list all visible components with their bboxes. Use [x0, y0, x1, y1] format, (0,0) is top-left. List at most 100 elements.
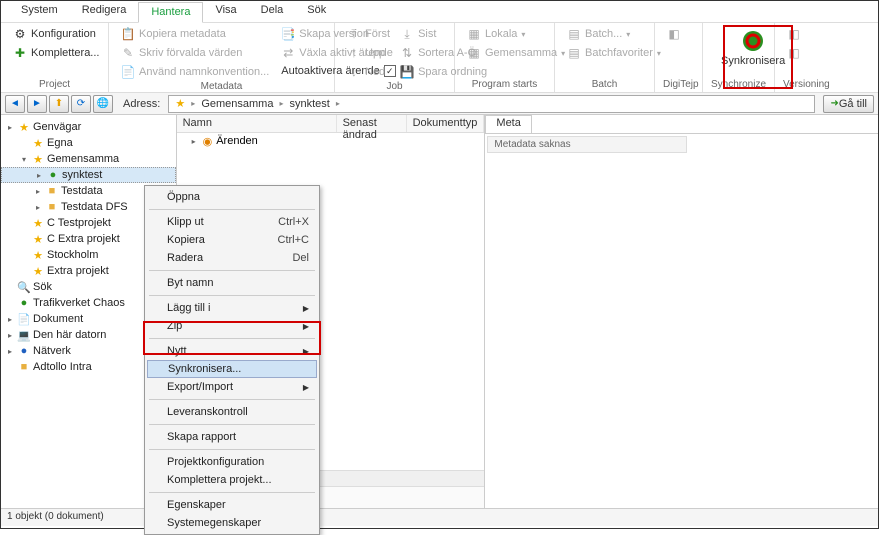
expand-icon[interactable]: ▸	[33, 203, 43, 212]
expand-icon[interactable]: ▸	[5, 123, 15, 132]
menu-item[interactable]: Öppna	[147, 188, 317, 206]
tree-label: Testdata DFS	[61, 201, 128, 213]
forst-button[interactable]: ⤒Först	[343, 25, 394, 43]
menu-redigera[interactable]: Redigera	[70, 1, 139, 22]
tree-item[interactable]: ▾★Gemensamma	[1, 151, 176, 167]
breadcrumb[interactable]: Gemensamma	[199, 98, 275, 110]
menu-item[interactable]: Komplettera projekt...	[147, 471, 317, 489]
back-button[interactable]: ◄	[5, 95, 25, 113]
menu-system[interactable]: System	[9, 1, 70, 22]
tree-icon: ★	[31, 137, 45, 150]
expand-icon[interactable]: ▸	[189, 137, 199, 146]
context-menu: Öppna Klipp utCtrl+XKopieraCtrl+CRaderaDe…	[144, 185, 320, 535]
group-label: Project	[9, 79, 100, 92]
lokala-button[interactable]: ▦Lokala ▾	[463, 25, 569, 43]
col-name[interactable]: Namn	[177, 115, 337, 132]
menu-item[interactable]: Projektkonfiguration	[147, 453, 317, 471]
write-icon: ✎	[121, 46, 135, 60]
tree-item[interactable]: ★Egna	[1, 135, 176, 151]
menu-item[interactable]: Lägg till i▶	[147, 299, 317, 317]
versioning-button-2[interactable]: ◧	[783, 44, 805, 62]
tree-label: Adtollo Intra	[33, 361, 92, 373]
group-label: Batch	[563, 79, 646, 92]
menu-item[interactable]: Export/Import▶	[147, 378, 317, 396]
versioning-button[interactable]: ◧	[783, 25, 805, 43]
tree-icon: ★	[31, 265, 45, 278]
meta-tab[interactable]: Meta	[485, 115, 531, 133]
menu-item[interactable]: Skapa rapport	[147, 428, 317, 446]
meta-message: Metadata saknas	[487, 136, 687, 153]
menu-visa[interactable]: Visa	[203, 1, 248, 22]
tree-item[interactable]: ▸★Genvägar	[1, 119, 176, 135]
globe-button[interactable]: 🌐	[93, 95, 113, 113]
tree-label: Dokument	[33, 313, 83, 325]
breadcrumb[interactable]: synktest	[287, 98, 331, 110]
copy-icon: 📋	[121, 27, 135, 41]
menu-item[interactable]: Systemegenskaper	[147, 514, 317, 532]
tree-label: Egna	[47, 137, 73, 149]
menu-item[interactable]: Egenskaper	[147, 496, 317, 514]
kopiera-metadata-button[interactable]: 📋Kopiera metadata	[117, 25, 273, 43]
fav-icon: ▤	[567, 46, 581, 60]
namnkonvention-button[interactable]: 📄Använd namnkonvention...	[117, 63, 273, 81]
address-bar[interactable]: ★ ▸ Gemensamma ▸ synktest ▸	[168, 95, 815, 113]
expand-icon[interactable]: ▸	[5, 315, 15, 324]
upp-button[interactable]: ↑Upp	[343, 44, 394, 62]
tree-icon: 💻	[17, 329, 31, 342]
switch-icon: ⇄	[281, 46, 295, 60]
menu-item[interactable]: KopieraCtrl+C	[147, 231, 317, 249]
col-modified[interactable]: Senast ändrad	[337, 115, 407, 132]
batchfav-button[interactable]: ▤Batchfavoriter ▾	[563, 44, 665, 62]
tree-icon: ●	[17, 345, 31, 357]
menu-item[interactable]: Zip▶	[147, 317, 317, 335]
meta-panel: Meta Metadata saknas	[485, 115, 878, 508]
menu-hantera[interactable]: Hantera	[138, 2, 203, 23]
konfiguration-button[interactable]: ⚙Konfiguration	[9, 25, 103, 43]
expand-icon[interactable]: ▸	[5, 347, 15, 356]
tree-label: Sök	[33, 281, 52, 293]
menu-item[interactable]: Nytt▶	[147, 342, 317, 360]
expand-icon[interactable]: ▸	[5, 331, 15, 340]
tree-icon: ★	[31, 217, 45, 230]
ned-button[interactable]: ↓Ned	[343, 63, 394, 81]
expand-icon[interactable]: ▸	[34, 171, 44, 180]
menu-item[interactable]: Synkronisera...	[147, 360, 317, 378]
go-button[interactable]: ➜ Gå till	[823, 95, 874, 113]
tree-label: C Extra projekt	[47, 233, 120, 245]
group-label: DigiTejp	[663, 79, 694, 92]
item-label: Ärenden	[216, 135, 258, 147]
group-label: Program starts	[463, 79, 546, 92]
gemensamma-button[interactable]: ▦Gemensamma ▾	[463, 44, 569, 62]
menu-dela[interactable]: Dela	[249, 1, 296, 22]
komplettera-button[interactable]: ✚Komplettera...	[9, 44, 103, 62]
tree-icon: ●	[46, 169, 60, 181]
tree-icon: ★	[17, 121, 31, 134]
tree-icon: 🔍	[17, 281, 31, 294]
up-button[interactable]: ⬆	[49, 95, 69, 113]
tree-icon: ★	[31, 153, 45, 166]
menu-item[interactable]: Byt namn	[147, 274, 317, 292]
expand-icon[interactable]: ▸	[33, 187, 43, 196]
local-icon: ▦	[467, 27, 481, 41]
menu-item[interactable]: Klipp utCtrl+X	[147, 213, 317, 231]
menu-item[interactable]: Leveranskontroll	[147, 403, 317, 421]
refresh-button[interactable]: ⟳	[71, 95, 91, 113]
address-toolbar: ◄ ► ⬆ ⟳ 🌐 Adress: ★ ▸ Gemensamma ▸ synkt…	[1, 93, 878, 115]
version-icon: 📑	[281, 27, 295, 41]
menu-sök[interactable]: Sök	[295, 1, 338, 22]
shared-icon: ▦	[467, 46, 481, 60]
tree-icon: ■	[45, 185, 59, 197]
skriv-button[interactable]: ✎Skriv förvalda värden	[117, 44, 273, 62]
group-label: Synchronize	[711, 79, 766, 92]
forward-button[interactable]: ►	[27, 95, 47, 113]
star-icon: ★	[173, 97, 187, 110]
menu-item[interactable]: RaderaDel	[147, 249, 317, 267]
tree-label: Trafikverket Chaos	[33, 297, 125, 309]
expand-icon[interactable]: ▾	[19, 155, 29, 164]
col-type[interactable]: Dokumenttyp	[407, 115, 485, 132]
list-item[interactable]: ▸ ◉ Ärenden	[177, 133, 485, 149]
batch-button[interactable]: ▤Batch... ▾	[563, 25, 665, 43]
tree-item[interactable]: ▸●synktest	[1, 167, 176, 183]
digitejp-button[interactable]: ◧	[663, 25, 685, 43]
tape-icon: ◧	[667, 27, 681, 41]
